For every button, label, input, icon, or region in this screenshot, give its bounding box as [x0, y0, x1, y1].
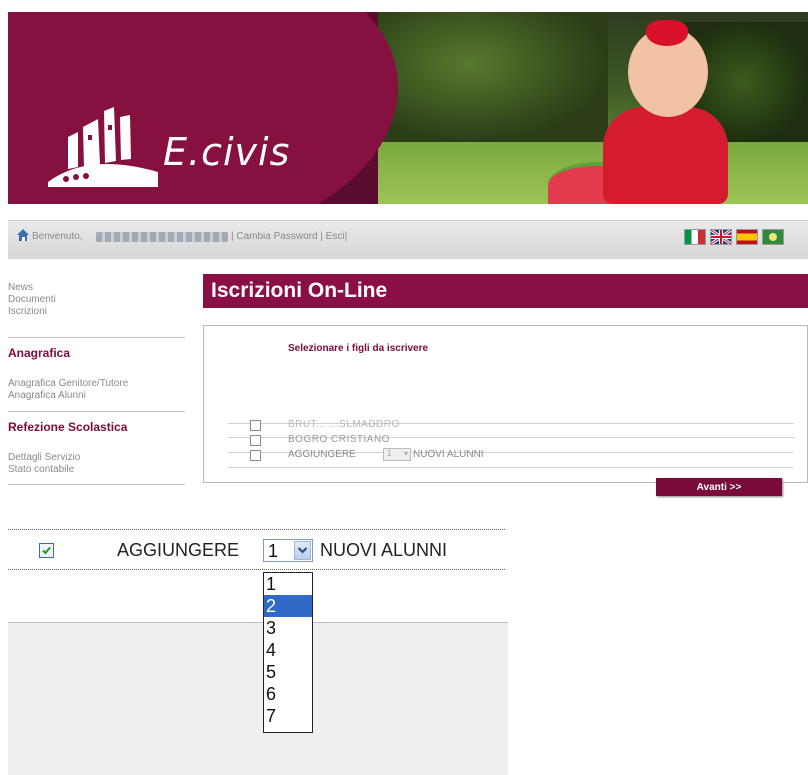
- banner-photo: [378, 12, 808, 204]
- select-children-prompt: Selezionare i figli da iscrivere: [288, 343, 429, 354]
- nav-iscrizioni[interactable]: Iscrizioni: [8, 306, 47, 318]
- next-button[interactable]: Avanti >>: [656, 478, 782, 496]
- nav-dettagli-servizio[interactable]: Dettagli Servizio: [8, 452, 80, 464]
- dropdown-option[interactable]: 3: [264, 617, 312, 639]
- nav-anagrafica-alunni[interactable]: Anagrafica Alunni: [8, 390, 86, 402]
- dropdown-option[interactable]: 5: [264, 661, 312, 683]
- check-icon: [42, 546, 51, 555]
- nav-anagrafica-genitore[interactable]: Anagrafica Genitore/Tutore: [8, 378, 128, 390]
- user-name-redacted: [96, 232, 228, 242]
- uk-flag-icon[interactable]: [710, 228, 732, 246]
- dropdown-option[interactable]: 4: [264, 639, 312, 661]
- zoom-divider: [8, 529, 505, 530]
- welcome-text: Benvenuto,: [32, 231, 83, 242]
- spanish-flag-icon[interactable]: [736, 229, 758, 245]
- zoom-add-checkbox[interactable]: [39, 543, 54, 558]
- change-password-link[interactable]: | Cambia Password | Esci|: [231, 231, 347, 242]
- zoom-add-prefix: AGGIUNGERE: [117, 540, 240, 560]
- header-banner: E.civis: [8, 12, 808, 204]
- home-icon[interactable]: [16, 228, 30, 242]
- chevron-down-icon: [297, 547, 308, 554]
- zoom-count-select[interactable]: 1: [263, 539, 313, 562]
- italian-flag-icon[interactable]: [684, 229, 706, 245]
- table-row: [228, 452, 794, 468]
- dropdown-arrow-button[interactable]: [294, 541, 311, 560]
- nav-divider: [8, 337, 185, 338]
- ecivis-logo-icon: [48, 107, 158, 187]
- zoom-divider: [8, 569, 505, 570]
- count-dropdown-list: 1 2 3 4 5 6 7: [263, 572, 313, 733]
- ecivis-logo-text: E.civis: [163, 130, 291, 174]
- nav-section-refezione: Refezione Scolastica: [8, 420, 128, 434]
- nav-section-anagrafica: Anagrafica: [8, 346, 71, 360]
- dropdown-option[interactable]: 6: [264, 683, 312, 705]
- page-title: Iscrizioni On-Line: [203, 274, 808, 308]
- dropdown-option[interactable]: 7: [264, 705, 312, 727]
- background-area: [8, 622, 508, 775]
- nav-divider: [8, 484, 185, 485]
- dropdown-option[interactable]: 1: [264, 573, 312, 595]
- zoom-add-suffix: NUOVI ALUNNI: [320, 540, 448, 560]
- other-flag-icon[interactable]: [762, 229, 784, 245]
- nav-stato-contabile[interactable]: Stato contabile: [8, 464, 74, 476]
- nav-divider: [8, 411, 185, 412]
- dropdown-option-highlighted[interactable]: 2: [264, 595, 312, 617]
- nav-news[interactable]: News: [8, 282, 33, 294]
- nav-documenti[interactable]: Documenti: [8, 294, 56, 306]
